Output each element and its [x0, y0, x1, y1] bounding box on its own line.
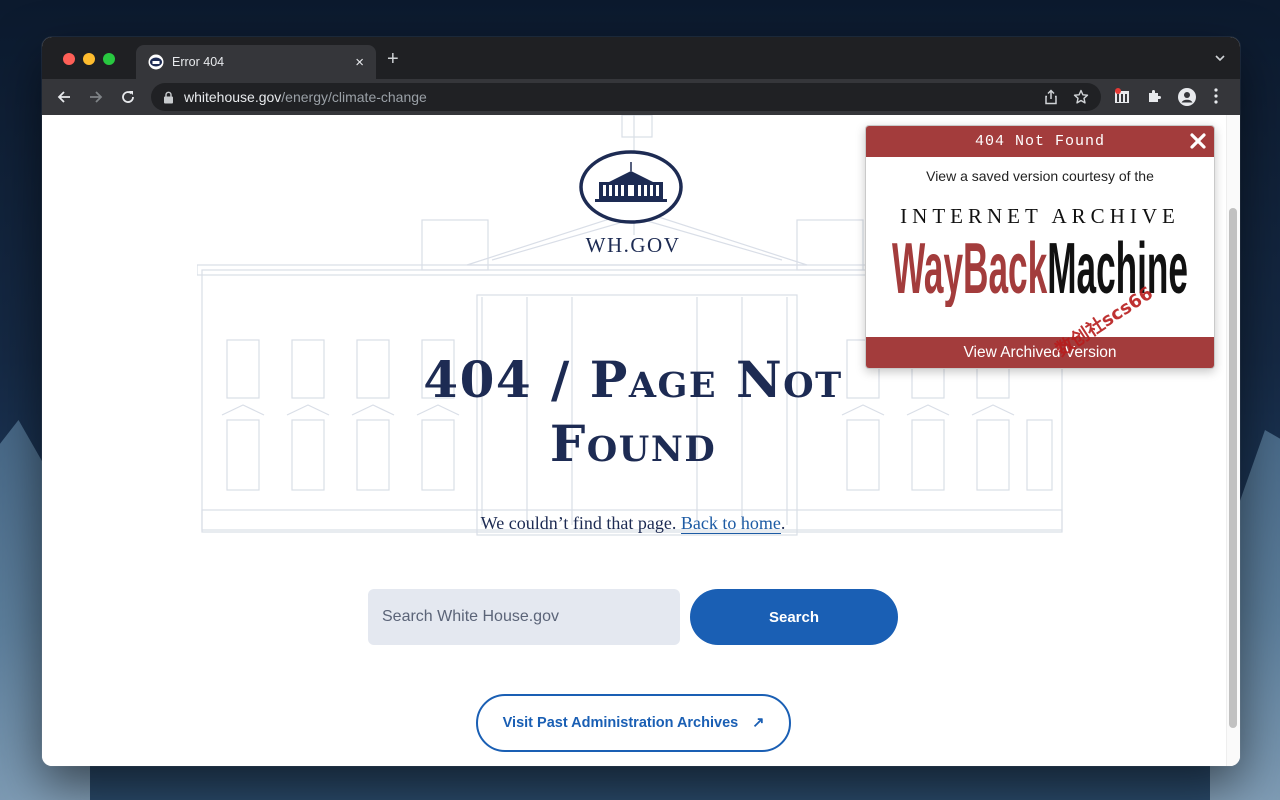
scrollbar-thumb[interactable]	[1229, 208, 1237, 728]
maximize-window-button[interactable]	[103, 53, 115, 65]
window-controls	[63, 53, 115, 65]
not-found-text: We couldn’t find that page.	[481, 513, 681, 533]
wayback-extension-icon[interactable]	[1114, 88, 1130, 104]
tab-active[interactable]: Error 404 ×	[136, 45, 376, 79]
extension-icon[interactable]	[1146, 88, 1162, 104]
page-title-line-2: Found	[550, 414, 716, 473]
menu-icon[interactable]	[1214, 88, 1218, 104]
wayback-intro-text: View a saved version courtesy of the	[866, 168, 1214, 184]
view-archived-version-button[interactable]: View Archived Version	[866, 337, 1214, 368]
share-icon[interactable]	[1043, 89, 1059, 105]
lock-icon[interactable]	[163, 91, 174, 104]
url-host: whitehouse.gov	[184, 89, 281, 105]
page-scrollbar[interactable]	[1226, 115, 1240, 766]
wayback-popup-title: 404 Not Found	[975, 133, 1105, 150]
wayback-logo-red-text: WayBack	[892, 231, 1048, 307]
white-house-logo-icon	[577, 149, 685, 225]
tab-close-icon[interactable]: ×	[355, 55, 364, 70]
tab-bar: Error 404 × +	[42, 37, 1240, 79]
reload-icon[interactable]	[118, 87, 138, 107]
minimize-window-button[interactable]	[83, 53, 95, 65]
search-button[interactable]: Search	[690, 589, 898, 645]
visit-archives-button[interactable]: Visit Past Administration Archives ↗	[476, 694, 791, 752]
tab-title: Error 404	[172, 55, 355, 69]
external-link-arrow-icon: ↗	[752, 715, 764, 731]
not-found-message: We couldn’t find that page. Back to home…	[42, 513, 1224, 534]
browser-window: Error 404 × + whitehouse.gov/energy/clim…	[42, 37, 1240, 766]
tab-search-chevron-icon[interactable]	[1214, 52, 1226, 64]
forward-arrow-icon[interactable]	[86, 87, 106, 107]
new-tab-button[interactable]: +	[387, 49, 399, 69]
address-bar-actions	[1043, 89, 1089, 105]
page-title-line-1: 404 / Page Not	[423, 350, 842, 409]
wayback-popup-header: 404 Not Found	[866, 126, 1214, 157]
browser-toolbar: whitehouse.gov/energy/climate-change	[42, 79, 1240, 115]
subtitle-period: .	[781, 513, 786, 533]
star-icon[interactable]	[1073, 89, 1089, 105]
visit-archives-label: Visit Past Administration Archives	[503, 715, 739, 731]
close-icon[interactable]	[1188, 131, 1208, 151]
profile-icon[interactable]	[1178, 88, 1196, 106]
close-window-button[interactable]	[63, 53, 75, 65]
back-to-home-link[interactable]: Back to home	[681, 513, 781, 534]
internet-archive-label: INTERNET ARCHIVE	[866, 204, 1214, 229]
back-arrow-icon[interactable]	[54, 87, 74, 107]
search-input[interactable]	[368, 589, 680, 645]
whitehouse-favicon-icon	[148, 54, 164, 70]
url-path: /energy/climate-change	[281, 89, 427, 105]
page-viewport: WH.GOV 404 / Page Not Found We couldn’t …	[42, 115, 1240, 766]
address-bar[interactable]: whitehouse.gov/energy/climate-change	[151, 83, 1101, 111]
wayback-popup: 404 Not Found View a saved version court…	[865, 125, 1215, 369]
